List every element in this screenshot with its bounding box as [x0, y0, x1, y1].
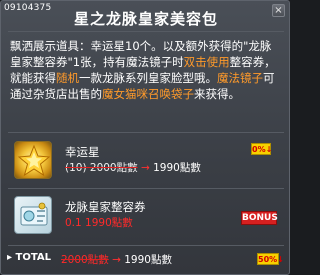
package-item-row: 幸运星 (10) 2000點數 → 1990點數 0%↓ — [9, 141, 285, 185]
surgery-coupon-icon — [14, 196, 52, 234]
total-sale-price: 1990點數 — [124, 254, 172, 266]
total-row: ▸ TOTAL 2000點數 → 1990點數 50%↓ — [7, 252, 287, 268]
desc-highlight: 魔法镜子 — [217, 71, 263, 85]
arrow-icon: → — [112, 254, 121, 266]
item-name: 龙脉皇家整容券 — [65, 200, 146, 214]
discount-badge: 50%↓ — [257, 253, 284, 265]
item-title: 星之龙脉皇家美容包 — [73, 10, 218, 28]
desc-highlight: 魔女猫咪召唤袋子 — [102, 87, 194, 101]
divider — [8, 132, 284, 133]
item-price-line: 0.1 1990點數 — [65, 215, 133, 230]
item-price-line: (10) 2000點數 → 1990點數 — [65, 160, 201, 175]
item-tooltip-panel: 09104375 × 星之龙脉皇家美容包 飘洒展示道具：幸运星10个。以及额外获… — [0, 0, 290, 275]
total-original-price: 2000點數 — [61, 254, 109, 266]
desc-highlight: 随机 — [56, 71, 79, 85]
original-price: (10) 2000點數 — [65, 162, 138, 174]
item-description: 飘洒展示道具：幸运星10个。以及额外获得的"龙脉皇家整容券"1张，持有魔法镜子时… — [10, 38, 282, 102]
bonus-price: 0.1 1990點數 — [65, 217, 133, 229]
lucky-star-icon — [14, 141, 52, 179]
item-name: 幸运星 — [65, 145, 100, 159]
total-label: ▸ TOTAL — [7, 252, 51, 263]
desc-text: 来获得。 — [194, 87, 240, 101]
divider — [8, 245, 284, 246]
divider — [8, 31, 284, 32]
desc-text: 一款龙脉系列皇家脸型哦。 — [79, 71, 217, 85]
sale-price: 1990點數 — [153, 162, 201, 174]
bonus-badge: BONUS — [241, 211, 278, 225]
package-item-row: 龙脉皇家整容券 0.1 1990點數 BONUS — [9, 196, 285, 240]
divider — [8, 188, 284, 189]
total-price-line: 2000點數 → 1990點數 — [61, 252, 172, 267]
arrow-icon: → — [140, 162, 150, 174]
desc-highlight: 双击使用 — [183, 55, 230, 69]
discount-badge: 0%↓ — [251, 143, 273, 155]
